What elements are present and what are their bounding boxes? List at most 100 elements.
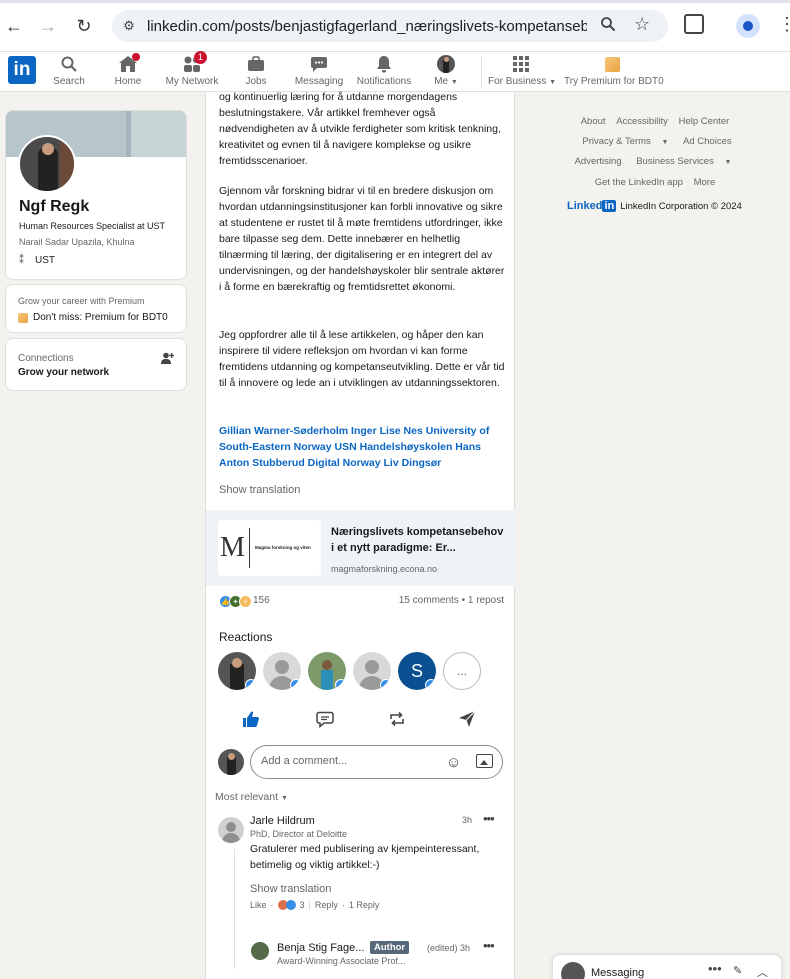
reply-author-name[interactable]: Benja Stig Fage... bbox=[277, 942, 364, 954]
browser-profile-icon[interactable] bbox=[736, 14, 760, 38]
add-connection-icon[interactable] bbox=[161, 352, 175, 367]
comment-more-icon[interactable]: ••• bbox=[483, 811, 495, 826]
reactor-avatar[interactable] bbox=[308, 652, 346, 690]
profile-avatar[interactable] bbox=[18, 135, 76, 193]
commenter-name[interactable]: Jarle Hildrum bbox=[250, 815, 315, 827]
comment-input[interactable] bbox=[261, 755, 441, 767]
nav-for-business[interactable]: For Business ▼ bbox=[488, 54, 556, 90]
linkedin-logo[interactable]: in bbox=[8, 56, 36, 84]
nav-me[interactable]: Me ▼ bbox=[430, 54, 462, 90]
extensions-icon[interactable] bbox=[684, 14, 704, 34]
post-mentions[interactable]: Gillian Warner-Søderholm Inger Lise Nes … bbox=[219, 423, 509, 471]
post-card: og kontinuerlig læring for å utdanne mor… bbox=[205, 91, 515, 979]
reply-author-avatar[interactable] bbox=[251, 942, 269, 960]
profile-card[interactable]: Ngf Regk Human Resources Specialist at U… bbox=[5, 110, 187, 280]
browser-menu-icon[interactable]: ⋮ bbox=[778, 14, 790, 35]
reply-author-headline: Award-Winning Associate Prof... bbox=[277, 956, 406, 966]
tab-strip-edge bbox=[0, 0, 790, 3]
reactor-avatar[interactable] bbox=[263, 652, 301, 690]
comment-actions: Like · 3 | Reply · 1 Reply bbox=[250, 900, 380, 910]
nav-messaging[interactable]: Messaging bbox=[294, 54, 344, 90]
footer-link-privacy-terms[interactable]: Privacy & Terms ▼ bbox=[578, 136, 672, 147]
insightful-reaction-icon: ✧ bbox=[239, 595, 252, 608]
magma-logo-text: Magma forskning og viten bbox=[255, 545, 311, 550]
reactor-avatar[interactable] bbox=[218, 652, 256, 690]
network-icon: 1 bbox=[164, 51, 220, 74]
like-badge-icon bbox=[380, 679, 391, 690]
emoji-icon[interactable]: ☺ bbox=[446, 754, 461, 771]
forward-icon[interactable]: → bbox=[36, 14, 60, 38]
footer-link-help-center[interactable]: Help Center bbox=[679, 116, 730, 127]
zoom-icon[interactable] bbox=[600, 16, 616, 37]
messaging-more-icon[interactable]: ••• bbox=[708, 961, 722, 976]
comment-reply-count[interactable]: 1 Reply bbox=[349, 900, 380, 910]
site-info-icon[interactable]: ⚙ bbox=[120, 17, 138, 35]
profile-company[interactable]: ⁑ UST bbox=[19, 255, 55, 266]
reactor-avatar[interactable]: S bbox=[398, 652, 436, 690]
comment-composer: ☺ bbox=[206, 744, 515, 780]
premium-card[interactable]: Grow your career with Premium Don't miss… bbox=[5, 284, 187, 333]
comment-input-wrapper[interactable]: ☺ bbox=[250, 745, 503, 779]
linkedin-wordmark: Linked in bbox=[567, 200, 617, 212]
compose-icon[interactable]: ✎ bbox=[733, 964, 742, 977]
premium-offer[interactable]: Don't miss: Premium for BDT0 bbox=[18, 312, 168, 323]
nav-home[interactable]: Home bbox=[108, 53, 148, 90]
nav-jobs[interactable]: Jobs bbox=[238, 54, 274, 90]
nav-label: Search bbox=[53, 76, 85, 87]
repost-icon[interactable] bbox=[387, 709, 407, 729]
nav-search[interactable]: Search bbox=[50, 54, 88, 90]
bookmark-star-icon[interactable]: ☆ bbox=[634, 14, 650, 35]
footer-link-ad-choices[interactable]: Ad Choices bbox=[683, 136, 732, 147]
messaging-label[interactable]: Messaging bbox=[591, 967, 644, 979]
commenter-headline: PhD, Director at Deloitte bbox=[250, 829, 348, 839]
comment-time: 3h bbox=[462, 815, 473, 825]
article-title[interactable]: Næringslivets kompetansebehov i et nytt … bbox=[331, 524, 506, 556]
chevron-up-icon[interactable]: ︿ bbox=[757, 964, 768, 979]
comment-like-button[interactable]: Like bbox=[250, 900, 267, 910]
like-badge-icon bbox=[425, 679, 436, 690]
connections-label: Connections bbox=[18, 353, 74, 364]
bell-icon bbox=[356, 54, 412, 74]
reply-more-icon[interactable]: ••• bbox=[483, 938, 495, 953]
footer-link-business-services[interactable]: Business Services ▼ bbox=[632, 156, 735, 167]
like-badge-icon bbox=[335, 679, 346, 690]
footer-link-advertising[interactable]: Advertising bbox=[575, 156, 622, 167]
footer-link-about[interactable]: About bbox=[581, 116, 606, 127]
footer-link-accessibility[interactable]: Accessibility bbox=[616, 116, 668, 127]
sort-dropdown[interactable]: Most relevant ▼ bbox=[215, 791, 288, 803]
nav-try-premium[interactable]: Try Premium for BDT0 bbox=[564, 54, 664, 90]
nav-label: Try Premium for BDT0 bbox=[564, 76, 664, 87]
reaction-icons[interactable]: 👍 ✦ ✧ bbox=[219, 595, 252, 608]
image-icon[interactable] bbox=[476, 754, 493, 768]
messaging-bar[interactable]: Messaging ••• ✎ ︿ bbox=[552, 954, 782, 979]
connections-card[interactable]: Connections Grow your network bbox=[5, 338, 187, 391]
nav-notifications[interactable]: Notifications bbox=[356, 54, 412, 90]
more-reactors-button[interactable]: ... bbox=[443, 652, 481, 690]
comment-icon[interactable] bbox=[315, 709, 335, 729]
thread-line bbox=[234, 849, 235, 969]
back-icon[interactable]: ← bbox=[2, 14, 26, 38]
author-badge: Author bbox=[370, 941, 410, 954]
like-icon[interactable] bbox=[241, 709, 261, 729]
address-bar[interactable]: ⚙ linkedin.com/posts/benjastigfagerland_… bbox=[112, 10, 668, 42]
commenter-avatar[interactable] bbox=[218, 817, 244, 843]
article-source: magmaforskning.econa.no bbox=[331, 564, 438, 574]
footer-corporation: Linked in LinkedIn Corporation © 2024 bbox=[567, 200, 742, 212]
footer-link-more[interactable]: More bbox=[694, 177, 716, 188]
comment-reply-button[interactable]: Reply bbox=[315, 900, 338, 910]
nav-my-network[interactable]: 1 My Network bbox=[164, 51, 220, 90]
article-thumbnail[interactable]: M Magma forskning og viten bbox=[218, 520, 321, 576]
footer-link-get-app[interactable]: Get the LinkedIn app bbox=[595, 177, 683, 188]
show-translation-link[interactable]: Show translation bbox=[219, 484, 300, 496]
url-text[interactable]: linkedin.com/posts/benjastigfagerland_næ… bbox=[147, 18, 587, 35]
profile-name[interactable]: Ngf Regk bbox=[19, 198, 89, 216]
send-icon[interactable] bbox=[457, 709, 477, 729]
my-avatar[interactable] bbox=[218, 749, 244, 775]
comment-reaction-count[interactable]: 3 bbox=[300, 900, 305, 910]
reload-icon[interactable]: ↻ bbox=[72, 14, 96, 38]
reaction-count[interactable]: 156 bbox=[253, 595, 270, 606]
reactor-avatar[interactable] bbox=[353, 652, 391, 690]
article-preview[interactable]: M Magma forskning og viten Næringslivets… bbox=[206, 510, 515, 586]
comments-reposts-count[interactable]: 15 comments • 1 repost bbox=[399, 595, 504, 606]
comment-show-translation[interactable]: Show translation bbox=[250, 883, 331, 895]
